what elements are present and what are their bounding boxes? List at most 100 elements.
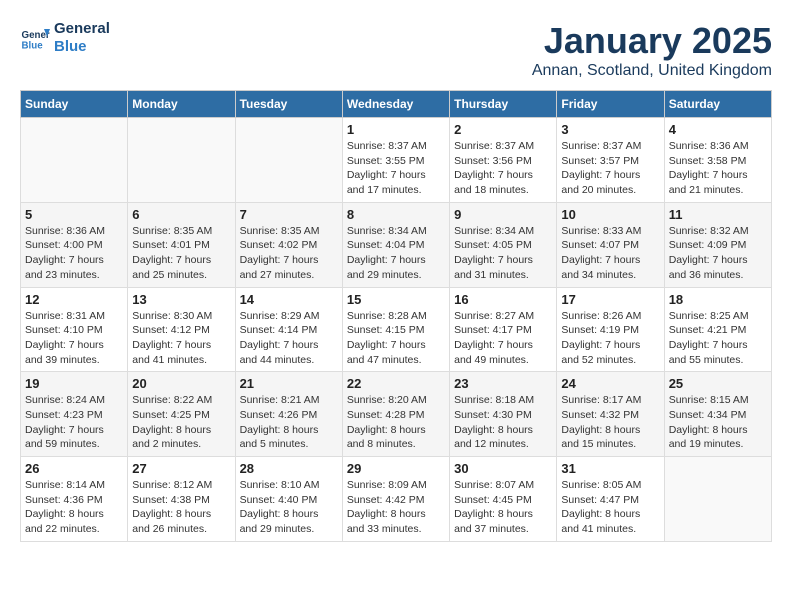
calendar-cell: 27 Sunrise: 8:12 AM Sunset: 4:38 PM Dayli…: [128, 457, 235, 542]
day-number: 28: [240, 461, 338, 476]
logo: General Blue General Blue: [20, 20, 110, 56]
day-info: Sunrise: 8:22 AM Sunset: 4:25 PM Dayligh…: [132, 393, 230, 452]
day-number: 29: [347, 461, 445, 476]
calendar-cell: 25 Sunrise: 8:15 AM Sunset: 4:34 PM Dayli…: [664, 372, 771, 457]
calendar-table: SundayMondayTuesdayWednesdayThursdayFrid…: [20, 90, 772, 542]
day-info: Sunrise: 8:29 AM Sunset: 4:14 PM Dayligh…: [240, 309, 338, 368]
day-number: 17: [561, 292, 659, 307]
day-info: Sunrise: 8:37 AM Sunset: 3:57 PM Dayligh…: [561, 139, 659, 198]
day-number: 10: [561, 207, 659, 222]
day-info: Sunrise: 8:25 AM Sunset: 4:21 PM Dayligh…: [669, 309, 767, 368]
header-monday: Monday: [128, 91, 235, 118]
calendar-cell: 6 Sunrise: 8:35 AM Sunset: 4:01 PM Daylig…: [128, 202, 235, 287]
day-info: Sunrise: 8:35 AM Sunset: 4:02 PM Dayligh…: [240, 224, 338, 283]
calendar-cell: [664, 457, 771, 542]
calendar-cell: 11Sunrise: 8:32 AM Sunset: 4:09 PM Dayli…: [664, 202, 771, 287]
day-info: Sunrise: 8:05 AM Sunset: 4:47 PM Dayligh…: [561, 478, 659, 537]
day-info: Sunrise: 8:37 AM Sunset: 3:56 PM Dayligh…: [454, 139, 552, 198]
day-info: Sunrise: 8:35 AM Sunset: 4:01 PM Dayligh…: [132, 224, 230, 283]
day-number: 26: [25, 461, 123, 476]
day-number: 15: [347, 292, 445, 307]
day-number: 8: [347, 207, 445, 222]
calendar-cell: 12 Sunrise: 8:31 AM Sunset: 4:10 PM Dayli…: [21, 287, 128, 372]
header-wednesday: Wednesday: [342, 91, 449, 118]
location-subtitle: Annan, Scotland, United Kingdom: [532, 62, 772, 80]
page-header: General Blue General Blue January 2025 A…: [20, 20, 772, 80]
day-info: Sunrise: 8:18 AM Sunset: 4:30 PM Dayligh…: [454, 393, 552, 452]
day-number: 19: [25, 376, 123, 391]
logo-general: General: [54, 20, 110, 38]
day-number: 6: [132, 207, 230, 222]
day-info: Sunrise: 8:14 AM Sunset: 4:36 PM Dayligh…: [25, 478, 123, 537]
calendar-week-2: 5 Sunrise: 8:36 AM Sunset: 4:00 PM Daylig…: [21, 202, 772, 287]
day-number: 12: [25, 292, 123, 307]
day-info: Sunrise: 8:31 AM Sunset: 4:10 PM Dayligh…: [25, 309, 123, 368]
calendar-cell: 5 Sunrise: 8:36 AM Sunset: 4:00 PM Daylig…: [21, 202, 128, 287]
day-info: Sunrise: 8:33 AM Sunset: 4:07 PM Dayligh…: [561, 224, 659, 283]
day-info: Sunrise: 8:24 AM Sunset: 4:23 PM Dayligh…: [25, 393, 123, 452]
calendar-cell: 4Sunrise: 8:36 AM Sunset: 3:58 PM Daylig…: [664, 118, 771, 203]
calendar-week-3: 12 Sunrise: 8:31 AM Sunset: 4:10 PM Dayli…: [21, 287, 772, 372]
calendar-header-row: SundayMondayTuesdayWednesdayThursdayFrid…: [21, 91, 772, 118]
day-number: 2: [454, 122, 552, 137]
calendar-week-5: 26 Sunrise: 8:14 AM Sunset: 4:36 PM Dayli…: [21, 457, 772, 542]
calendar-cell: 20Sunrise: 8:22 AM Sunset: 4:25 PM Dayli…: [128, 372, 235, 457]
calendar-cell: 23 Sunrise: 8:18 AM Sunset: 4:30 PM Dayli…: [450, 372, 557, 457]
calendar-cell: 24 Sunrise: 8:17 AM Sunset: 4:32 PM Dayli…: [557, 372, 664, 457]
calendar-cell: 13 Sunrise: 8:30 AM Sunset: 4:12 PM Dayli…: [128, 287, 235, 372]
svg-text:Blue: Blue: [22, 41, 44, 52]
day-info: Sunrise: 8:17 AM Sunset: 4:32 PM Dayligh…: [561, 393, 659, 452]
calendar-cell: 8 Sunrise: 8:34 AM Sunset: 4:04 PM Daylig…: [342, 202, 449, 287]
day-info: Sunrise: 8:36 AM Sunset: 4:00 PM Dayligh…: [25, 224, 123, 283]
day-number: 18: [669, 292, 767, 307]
calendar-cell: 1 Sunrise: 8:37 AM Sunset: 3:55 PM Daylig…: [342, 118, 449, 203]
day-number: 31: [561, 461, 659, 476]
calendar-cell: 7 Sunrise: 8:35 AM Sunset: 4:02 PM Daylig…: [235, 202, 342, 287]
day-info: Sunrise: 8:15 AM Sunset: 4:34 PM Dayligh…: [669, 393, 767, 452]
day-number: 1: [347, 122, 445, 137]
day-info: Sunrise: 8:36 AM Sunset: 3:58 PM Dayligh…: [669, 139, 767, 198]
day-number: 5: [25, 207, 123, 222]
header-friday: Friday: [557, 91, 664, 118]
day-info: Sunrise: 8:10 AM Sunset: 4:40 PM Dayligh…: [240, 478, 338, 537]
calendar-cell: 29Sunrise: 8:09 AM Sunset: 4:42 PM Dayli…: [342, 457, 449, 542]
day-number: 13: [132, 292, 230, 307]
day-info: Sunrise: 8:07 AM Sunset: 4:45 PM Dayligh…: [454, 478, 552, 537]
day-info: Sunrise: 8:28 AM Sunset: 4:15 PM Dayligh…: [347, 309, 445, 368]
calendar-cell: 2 Sunrise: 8:37 AM Sunset: 3:56 PM Daylig…: [450, 118, 557, 203]
day-number: 22: [347, 376, 445, 391]
day-info: Sunrise: 8:32 AM Sunset: 4:09 PM Dayligh…: [669, 224, 767, 283]
day-info: Sunrise: 8:34 AM Sunset: 4:04 PM Dayligh…: [347, 224, 445, 283]
day-number: 7: [240, 207, 338, 222]
calendar-cell: 14 Sunrise: 8:29 AM Sunset: 4:14 PM Dayli…: [235, 287, 342, 372]
day-info: Sunrise: 8:21 AM Sunset: 4:26 PM Dayligh…: [240, 393, 338, 452]
calendar-cell: 19 Sunrise: 8:24 AM Sunset: 4:23 PM Dayli…: [21, 372, 128, 457]
day-info: Sunrise: 8:34 AM Sunset: 4:05 PM Dayligh…: [454, 224, 552, 283]
calendar-cell: 21Sunrise: 8:21 AM Sunset: 4:26 PM Dayli…: [235, 372, 342, 457]
day-number: 25: [669, 376, 767, 391]
day-info: Sunrise: 8:37 AM Sunset: 3:55 PM Dayligh…: [347, 139, 445, 198]
day-info: Sunrise: 8:30 AM Sunset: 4:12 PM Dayligh…: [132, 309, 230, 368]
calendar-cell: 28 Sunrise: 8:10 AM Sunset: 4:40 PM Dayli…: [235, 457, 342, 542]
day-info: Sunrise: 8:12 AM Sunset: 4:38 PM Dayligh…: [132, 478, 230, 537]
title-block: January 2025 Annan, Scotland, United Kin…: [532, 20, 772, 80]
day-number: 14: [240, 292, 338, 307]
calendar-cell: 17Sunrise: 8:26 AM Sunset: 4:19 PM Dayli…: [557, 287, 664, 372]
day-number: 23: [454, 376, 552, 391]
day-number: 9: [454, 207, 552, 222]
header-tuesday: Tuesday: [235, 91, 342, 118]
day-number: 3: [561, 122, 659, 137]
calendar-cell: 31 Sunrise: 8:05 AM Sunset: 4:47 PM Dayli…: [557, 457, 664, 542]
day-number: 24: [561, 376, 659, 391]
calendar-cell: 10 Sunrise: 8:33 AM Sunset: 4:07 PM Dayli…: [557, 202, 664, 287]
calendar-cell: 16Sunrise: 8:27 AM Sunset: 4:17 PM Dayli…: [450, 287, 557, 372]
calendar-cell: [21, 118, 128, 203]
header-sunday: Sunday: [21, 91, 128, 118]
calendar-week-1: 1 Sunrise: 8:37 AM Sunset: 3:55 PM Daylig…: [21, 118, 772, 203]
day-number: 27: [132, 461, 230, 476]
logo-blue: Blue: [54, 38, 110, 56]
calendar-cell: 22Sunrise: 8:20 AM Sunset: 4:28 PM Dayli…: [342, 372, 449, 457]
calendar-cell: [235, 118, 342, 203]
calendar-cell: 30Sunrise: 8:07 AM Sunset: 4:45 PM Dayli…: [450, 457, 557, 542]
logo-icon: General Blue: [20, 23, 50, 53]
